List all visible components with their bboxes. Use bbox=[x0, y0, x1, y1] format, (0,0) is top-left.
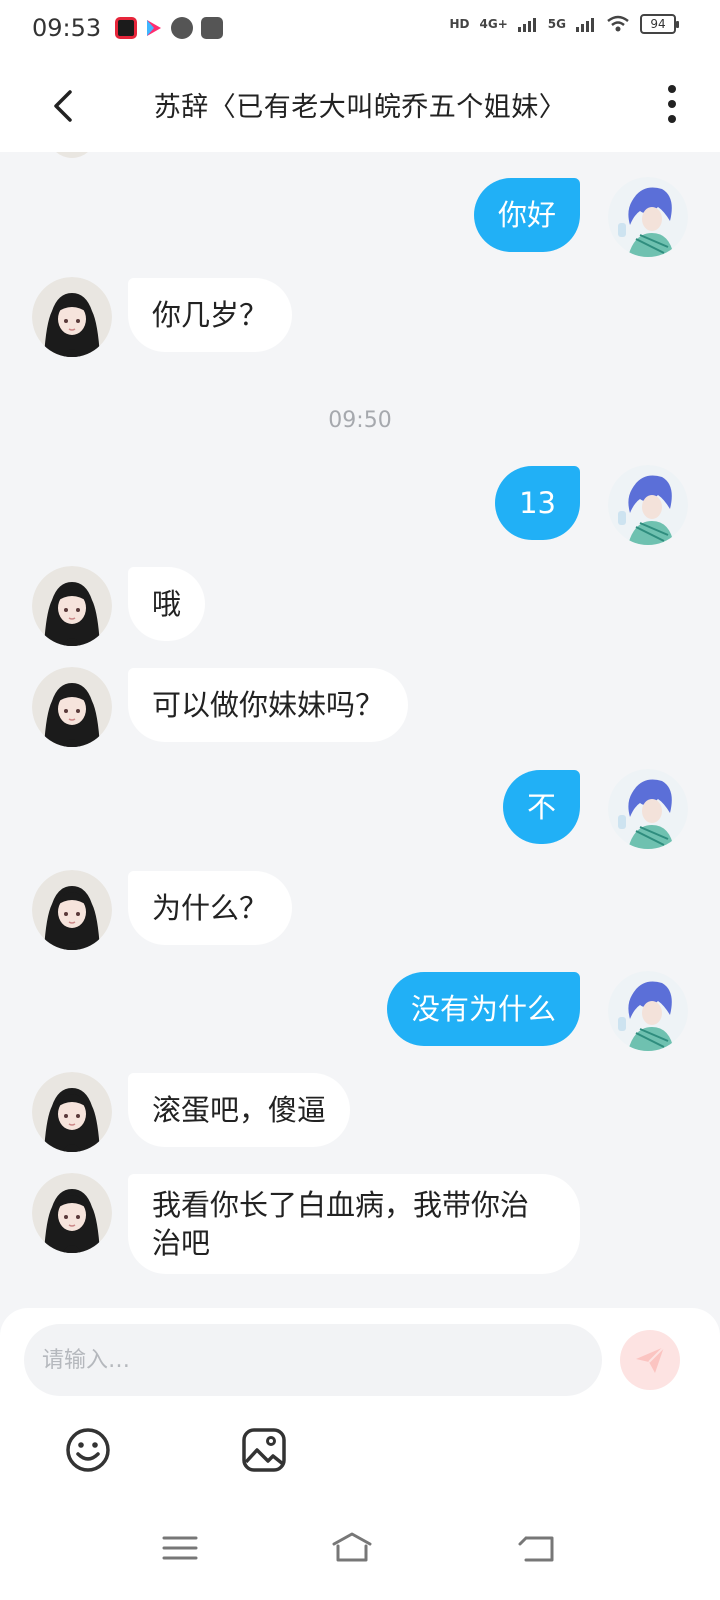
message-bubble-incoming[interactable]: 我看你长了白血病，我带你治治吧 bbox=[128, 1174, 580, 1274]
media-app-icon bbox=[201, 17, 224, 39]
message-bubble-incoming[interactable]: 你几岁？ bbox=[128, 278, 293, 352]
avatar[interactable] bbox=[32, 870, 112, 950]
chat-title: 苏辞〈已有老大叫皖乔五个姐妹〉 bbox=[153, 91, 567, 123]
message-row: 你几岁？ bbox=[0, 277, 720, 357]
home-icon[interactable] bbox=[330, 1528, 374, 1568]
message-row: 你好 bbox=[0, 177, 720, 257]
avatar[interactable] bbox=[32, 566, 112, 646]
network-5g: 5G bbox=[547, 17, 566, 31]
send-button[interactable] bbox=[620, 1330, 680, 1390]
timestamp: 09:50 bbox=[328, 408, 392, 433]
message-row: 我看你长了白血病，我带你治治吧 bbox=[0, 1173, 720, 1274]
status-right: HD 4G+ 5G 94 bbox=[449, 14, 679, 34]
wifi-icon bbox=[607, 15, 629, 32]
message-row: 13 bbox=[0, 465, 720, 545]
video-app-icon bbox=[115, 17, 138, 39]
more-vertical-icon[interactable] bbox=[660, 82, 684, 126]
image-icon[interactable] bbox=[240, 1426, 288, 1474]
message-list[interactable]: 你好 你几岁？ 09:50 13 哦 可以做你妹妹吗？ 不 为什么？ 没有为什么 bbox=[0, 152, 720, 1310]
status-time: 09:53 bbox=[32, 14, 102, 42]
avatar[interactable] bbox=[608, 465, 688, 545]
avatar[interactable] bbox=[608, 971, 688, 1051]
message-bubble-outgoing[interactable]: 没有为什么 bbox=[386, 972, 580, 1046]
send-icon bbox=[636, 1346, 665, 1373]
partial-avatar bbox=[48, 152, 96, 158]
message-bubble-incoming[interactable]: 可以做你妹妹吗？ bbox=[128, 668, 409, 742]
battery-indicator: 94 bbox=[640, 14, 679, 34]
avatar[interactable] bbox=[32, 1173, 112, 1253]
message-bubble-incoming[interactable]: 滚蛋吧，傻逼 bbox=[128, 1073, 351, 1147]
message-row: 哦 bbox=[0, 566, 720, 646]
signal-icon-2 bbox=[576, 18, 594, 32]
message-bubble-outgoing[interactable]: 13 bbox=[495, 466, 580, 540]
avatar[interactable] bbox=[32, 277, 112, 357]
system-nav-bar bbox=[0, 1510, 720, 1600]
message-bubble-incoming[interactable]: 哦 bbox=[128, 567, 206, 641]
status-bar: 09:53 HD 4G+ 5G 94 bbox=[0, 0, 720, 56]
message-bubble-outgoing[interactable]: 不 bbox=[502, 770, 580, 844]
message-row: 为什么？ bbox=[0, 870, 720, 950]
message-row: 不 bbox=[0, 769, 720, 849]
message-row: 可以做你妹妹吗？ bbox=[0, 667, 720, 747]
network-4g: 4G+ bbox=[479, 17, 508, 31]
message-bubble-outgoing[interactable]: 你好 bbox=[473, 178, 580, 252]
signal-icon bbox=[517, 18, 536, 32]
avatar[interactable] bbox=[608, 769, 688, 849]
chevron-left-icon[interactable] bbox=[44, 86, 84, 126]
back-icon[interactable] bbox=[516, 1528, 560, 1568]
avatar[interactable] bbox=[608, 177, 688, 257]
play-app-icon bbox=[147, 20, 162, 36]
status-app-icons bbox=[115, 17, 224, 39]
chat-header: 苏辞〈已有老大叫皖乔五个姐妹〉 bbox=[0, 56, 720, 152]
menu-icon[interactable] bbox=[158, 1528, 202, 1568]
avatar[interactable] bbox=[32, 667, 112, 747]
message-bubble-incoming[interactable]: 为什么？ bbox=[128, 871, 293, 945]
message-row: 滚蛋吧，傻逼 bbox=[0, 1072, 720, 1152]
compass-app-icon bbox=[171, 17, 194, 39]
hd-label: HD bbox=[449, 17, 470, 31]
emoji-icon[interactable] bbox=[64, 1426, 112, 1474]
message-row: 没有为什么 bbox=[0, 971, 720, 1051]
avatar[interactable] bbox=[32, 1072, 112, 1152]
message-input[interactable] bbox=[24, 1324, 602, 1396]
